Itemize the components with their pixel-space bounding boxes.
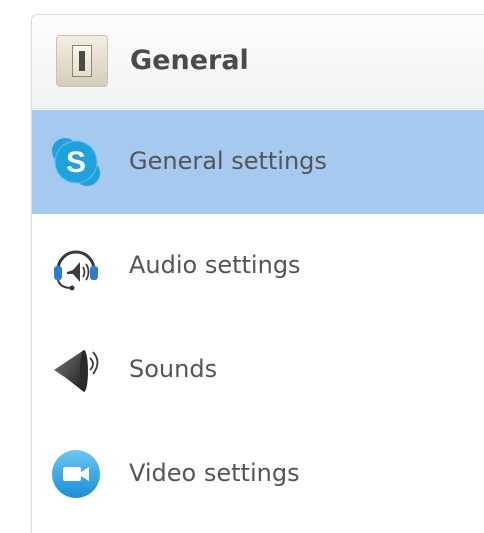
menu-item-general-settings[interactable]: S General settings (32, 110, 484, 214)
menu-item-label: Sounds (129, 355, 218, 383)
headset-speaker-icon (50, 240, 102, 292)
settings-category-panel: General S General settings Audio setting… (31, 14, 484, 533)
window-margin (0, 0, 31, 533)
menu-item-label: General settings (129, 147, 327, 175)
menu-item-sounds[interactable]: Sounds (32, 318, 484, 422)
light-switch-icon (56, 35, 108, 87)
category-header: General (32, 15, 484, 109)
menu-item-video-settings[interactable]: Video settings (32, 422, 484, 526)
skype-icon: S (50, 136, 102, 188)
options-window: General S General settings Audio setting… (0, 0, 484, 533)
speaker-icon (50, 344, 102, 396)
video-camera-icon (50, 448, 102, 500)
settings-menu: S General settings Audio settings Sounds… (32, 110, 484, 526)
menu-item-label: Video settings (129, 459, 300, 487)
menu-item-label: Audio settings (129, 251, 301, 279)
svg-text:S: S (66, 146, 86, 179)
category-title: General (130, 45, 249, 76)
menu-item-audio-settings[interactable]: Audio settings (32, 214, 484, 318)
